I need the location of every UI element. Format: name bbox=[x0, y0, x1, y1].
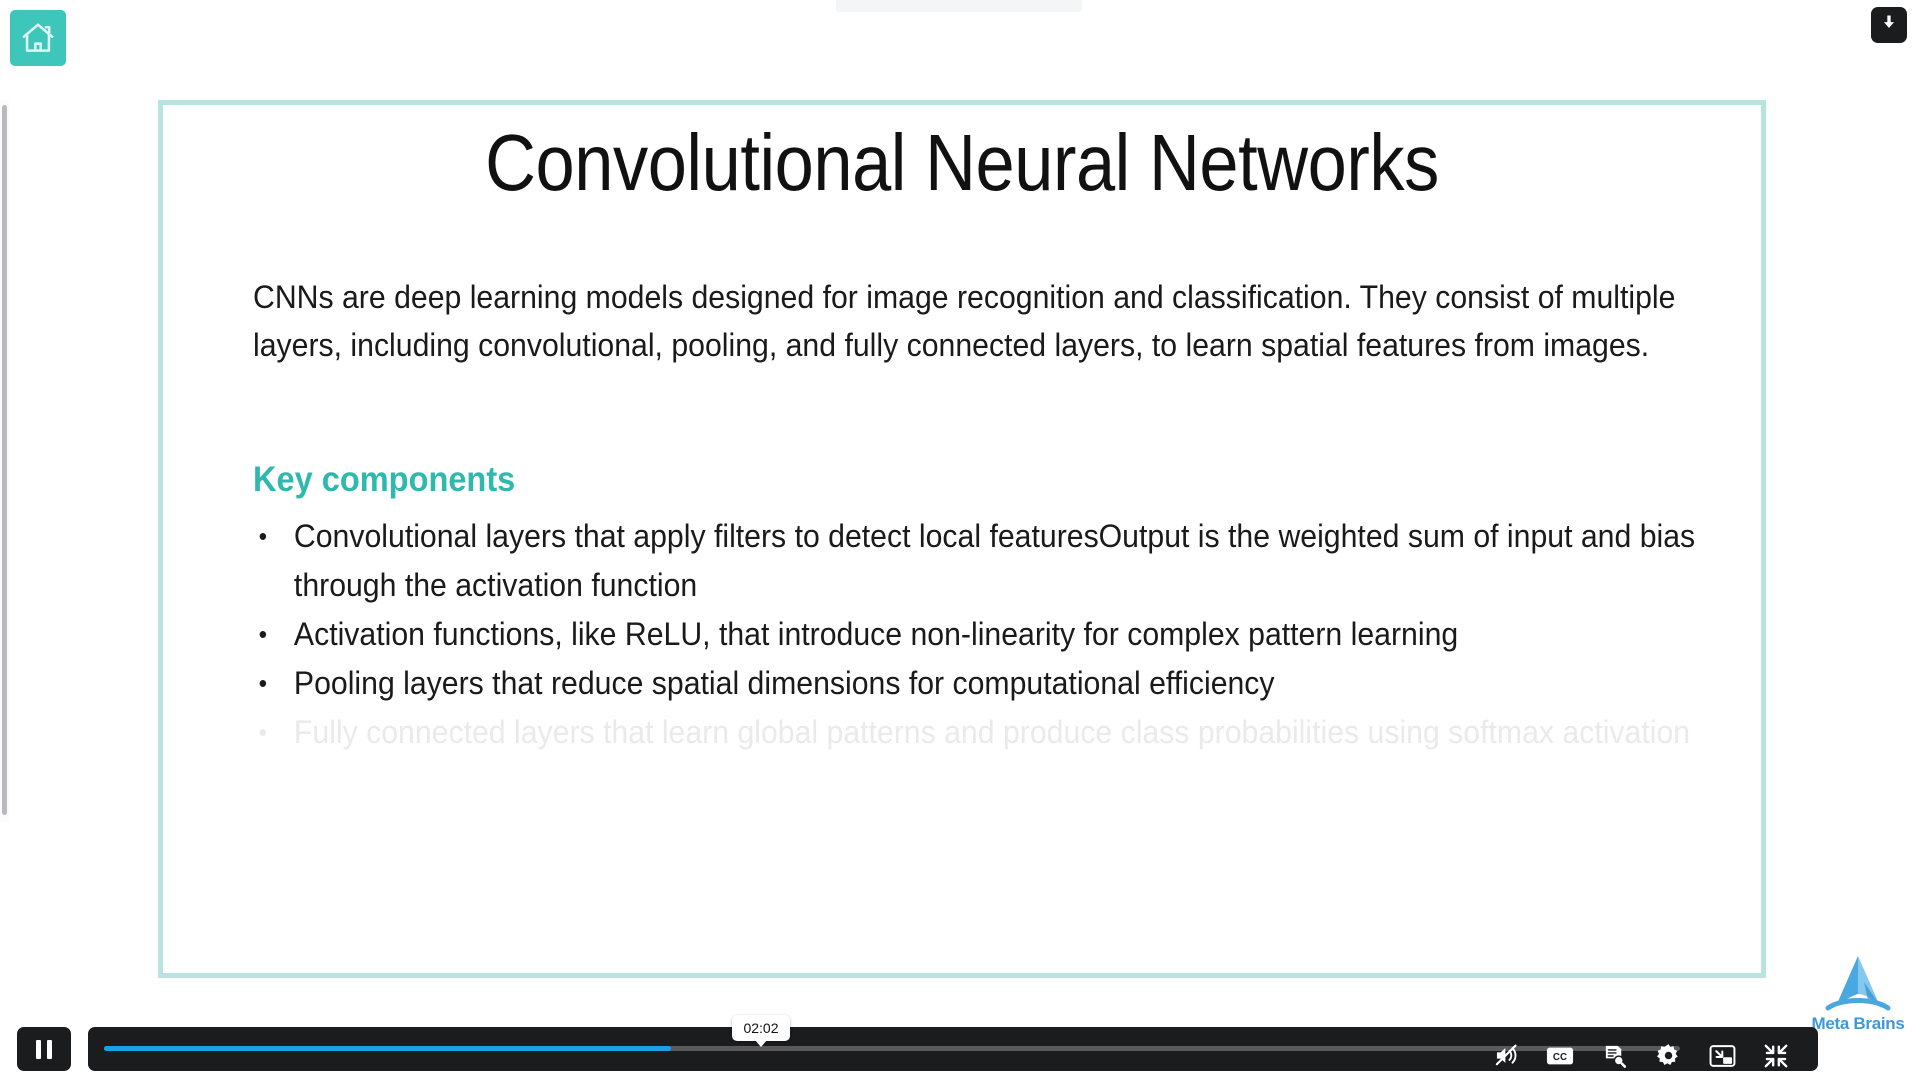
home-button[interactable] bbox=[10, 10, 66, 66]
left-scrollbar-thumb[interactable] bbox=[2, 105, 7, 815]
captions-toggle[interactable]: CC bbox=[1546, 1044, 1574, 1072]
video-player-page: Convolutional Neural Networks CNNs are d… bbox=[0, 0, 1920, 1080]
svg-text:CC: CC bbox=[1553, 1052, 1567, 1063]
pause-icon bbox=[47, 1039, 52, 1059]
picture-in-picture-button[interactable] bbox=[1708, 1044, 1736, 1072]
play-pause-button[interactable] bbox=[17, 1027, 71, 1071]
slide-body: CNNs are deep learning models designed f… bbox=[253, 273, 1709, 757]
transcript-search-icon bbox=[1601, 1043, 1627, 1074]
slide-title: Convolutional Neural Networks bbox=[485, 118, 1439, 207]
list-item: Convolutional layers that apply filters … bbox=[253, 512, 1709, 610]
key-components-list: Convolutional layers that apply filters … bbox=[253, 512, 1709, 757]
list-item: Pooling layers that reduce spatial dimen… bbox=[253, 659, 1709, 708]
presentation-slide: Convolutional Neural Networks CNNs are d… bbox=[158, 100, 1766, 978]
download-arrow-icon bbox=[1879, 13, 1899, 38]
cc-icon: CC bbox=[1546, 1046, 1574, 1071]
mute-toggle[interactable] bbox=[1492, 1044, 1520, 1072]
exit-fullscreen-icon bbox=[1763, 1043, 1789, 1074]
time-tooltip: 02:02 bbox=[732, 1015, 790, 1047]
picture-in-picture-icon bbox=[1709, 1044, 1736, 1073]
progress-fill bbox=[104, 1046, 672, 1051]
transcript-button[interactable] bbox=[1600, 1044, 1628, 1072]
gear-icon bbox=[1655, 1042, 1682, 1074]
pause-icon bbox=[36, 1039, 41, 1059]
progress-track[interactable] bbox=[104, 1046, 1680, 1051]
intro-paragraph: CNNs are deep learning models designed f… bbox=[253, 279, 1676, 363]
exit-fullscreen-button[interactable] bbox=[1762, 1044, 1790, 1072]
seek-bar[interactable]: 02:02 CC bbox=[88, 1015, 1818, 1071]
home-icon bbox=[19, 19, 57, 57]
video-control-bar: 02:02 CC bbox=[0, 1015, 1920, 1080]
key-components-heading: Key components bbox=[253, 460, 516, 499]
player-controls-group: CC bbox=[1492, 1036, 1790, 1080]
list-item: Fully connected layers that learn global… bbox=[253, 708, 1709, 757]
download-button[interactable] bbox=[1871, 7, 1907, 43]
top-overlay-strip bbox=[836, 0, 1082, 12]
list-item: Activation functions, like ReLU, that in… bbox=[253, 610, 1709, 659]
settings-button[interactable] bbox=[1654, 1044, 1682, 1072]
speaker-muted-icon bbox=[1493, 1042, 1520, 1074]
